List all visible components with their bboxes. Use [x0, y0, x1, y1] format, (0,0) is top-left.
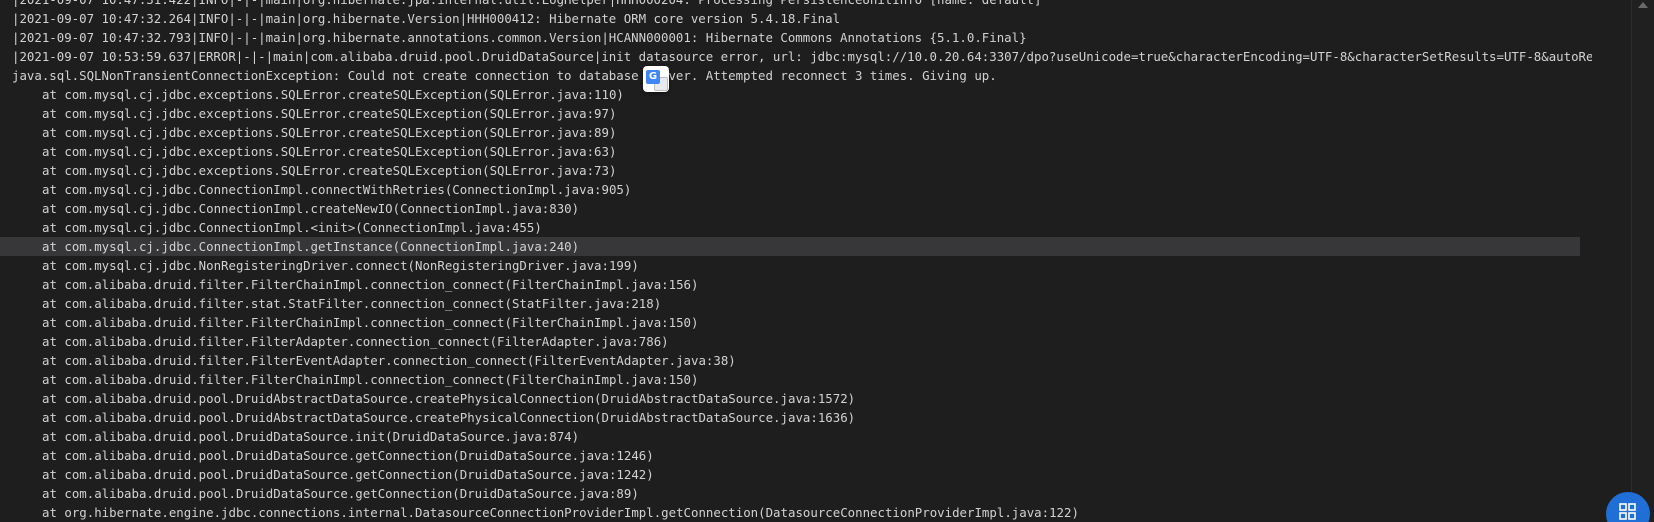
stack-frame-line: at com.alibaba.druid.filter.FilterEventA…: [42, 353, 736, 368]
stack-frame-line: at com.mysql.cj.jdbc.exceptions.SQLError…: [42, 163, 617, 178]
log-line: |2021-09-07 10:53:59.637|ERROR|-|-|main|…: [12, 49, 1592, 64]
google-translate-icon[interactable]: G: [643, 66, 669, 92]
stack-frame-line: at com.alibaba.druid.filter.FilterChainI…: [42, 277, 699, 292]
stack-frame-line: at com.alibaba.druid.filter.FilterChainI…: [42, 372, 699, 387]
log-line: |2021-09-07 10:47:32.264|INFO|-|-|main|o…: [12, 11, 841, 26]
stack-frame-line: at com.mysql.cj.jdbc.exceptions.SQLError…: [42, 144, 617, 159]
stack-frame-line: at com.mysql.cj.jdbc.ConnectionImpl.crea…: [42, 201, 580, 216]
stack-frame-line: at com.alibaba.druid.pool.DruidDataSourc…: [42, 429, 580, 444]
log-line: |2021-09-07 10:47:32.793|INFO|-|-|main|o…: [12, 30, 1027, 45]
stack-frame-line: at com.mysql.cj.jdbc.exceptions.SQLError…: [42, 87, 624, 102]
stack-frame-line: at com.alibaba.druid.filter.FilterAdapte…: [42, 334, 669, 349]
log-output: |2021-09-07 10:47:31.422|INFO|-|-|main|o…: [0, 0, 1592, 522]
stack-frame-line: at com.alibaba.druid.pool.DruidAbstractD…: [42, 410, 856, 425]
stack-frame-line: at com.alibaba.druid.pool.DruidAbstractD…: [42, 391, 856, 406]
stack-frame-line: at com.mysql.cj.jdbc.NonRegisteringDrive…: [42, 258, 639, 273]
scroll-up-arrow-icon[interactable]: [1638, 2, 1648, 8]
stack-frame-line: at com.alibaba.druid.pool.DruidDataSourc…: [42, 467, 654, 482]
stack-frame-line: at com.alibaba.druid.filter.FilterChainI…: [42, 315, 699, 330]
stack-frame-line: at com.alibaba.druid.pool.DruidDataSourc…: [42, 486, 639, 501]
vertical-scrollbar[interactable]: [1631, 0, 1654, 522]
stack-frame-line: at com.mysql.cj.jdbc.exceptions.SQLError…: [42, 106, 617, 121]
log-line: |2021-09-07 10:47:31.422|INFO|-|-|main|o…: [0, 0, 1592, 9]
translate-g-glyph: G: [646, 70, 660, 84]
stack-frame-line: at com.alibaba.druid.pool.DruidDataSourc…: [42, 448, 654, 463]
stack-frame-line: at com.mysql.cj.jdbc.ConnectionImpl.getI…: [0, 237, 1580, 256]
stack-frame-line: at com.mysql.cj.jdbc.exceptions.SQLError…: [42, 125, 617, 140]
log-line: java.sql.SQLNonTransientConnectionExcept…: [12, 68, 997, 83]
grid-apps-icon: [1619, 503, 1636, 520]
stack-frame-line: at com.alibaba.druid.filter.stat.StatFil…: [42, 296, 662, 311]
stack-frame-line: at org.hibernate.engine.jdbc.connections…: [42, 505, 1079, 520]
stack-frame-line: at com.mysql.cj.jdbc.ConnectionImpl.conn…: [42, 182, 632, 197]
log-viewer: |2021-09-07 10:47:31.422|INFO|-|-|main|o…: [0, 0, 1654, 522]
stack-frame-line: at com.mysql.cj.jdbc.ConnectionImpl.<ini…: [42, 220, 542, 235]
